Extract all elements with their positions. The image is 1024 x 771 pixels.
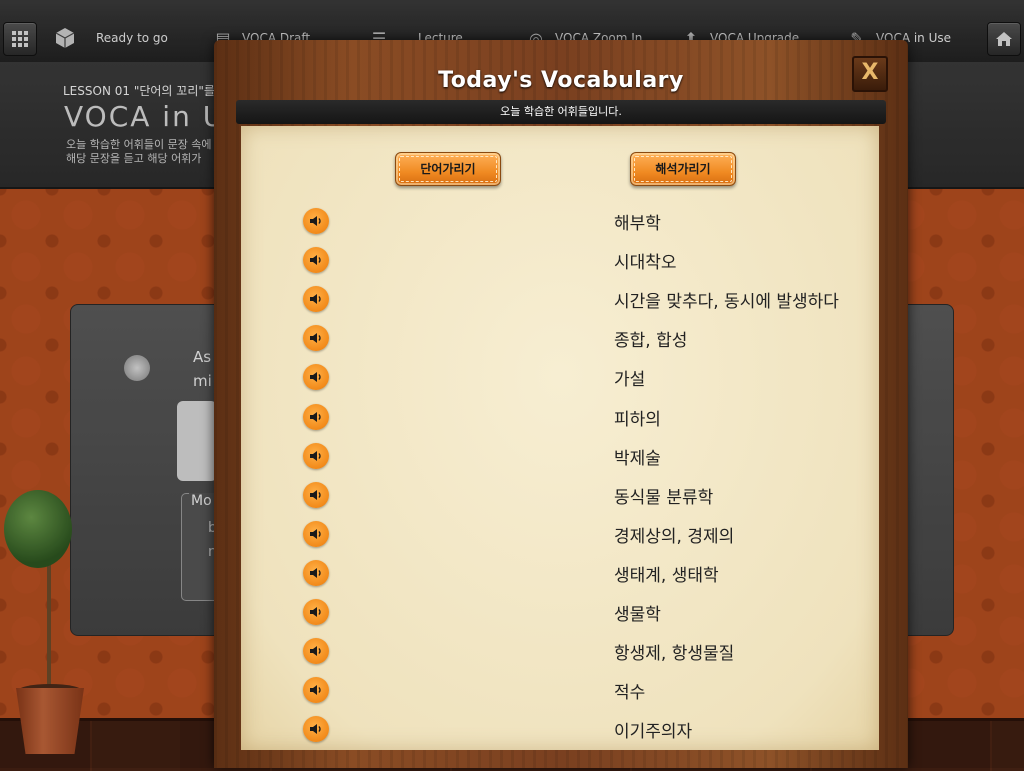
speaker-button[interactable] xyxy=(303,208,329,234)
vocab-row: 해부학 xyxy=(241,204,879,243)
vocab-meaning: 가설 xyxy=(614,370,646,391)
speaker-icon xyxy=(310,607,321,617)
vocab-meaning: 이기주의자 xyxy=(614,722,693,743)
vocab-row: 박제술 xyxy=(241,439,879,478)
speaker-button[interactable] xyxy=(303,442,329,469)
vocab-row: 피하의 xyxy=(241,400,879,439)
vocab-meaning: 생물학 xyxy=(614,605,661,625)
vocab-meaning: 동식물 분류학 xyxy=(614,487,714,508)
speaker-icon xyxy=(310,685,321,696)
vocab-row: 적수 xyxy=(241,673,879,712)
speaker-button[interactable] xyxy=(303,325,329,352)
vocab-meaning: 해부학 xyxy=(614,214,661,234)
speaker-icon xyxy=(310,489,321,500)
speaker-icon xyxy=(310,567,321,578)
vocab-row: 가설 xyxy=(241,360,879,399)
vocab-meaning: 경제상의, 경제의 xyxy=(614,526,735,547)
vocab-meaning: 적수 xyxy=(614,683,646,704)
vocab-meaning: 생태계, 생태학 xyxy=(614,565,719,586)
vocabulary-modal: Today's Vocabulary X 오늘 학습한 어휘들입니다. 단어가리… xyxy=(214,40,908,768)
vocab-meaning: 피하의 xyxy=(614,409,661,430)
vocabulary-sheet: 단어가리기 해석가리기 해부학시대착오시간을 맞추다, 동시에 발생하다종합, … xyxy=(241,126,879,750)
speaker-icon xyxy=(310,255,321,266)
vocab-row: 시대착오 xyxy=(241,243,879,282)
modal-title: Today's Vocabulary xyxy=(438,68,684,93)
speaker-icon xyxy=(310,294,321,305)
speaker-button[interactable] xyxy=(303,364,329,391)
speaker-button[interactable] xyxy=(303,403,329,430)
vocab-row: 이기주의자 xyxy=(241,712,879,751)
hide-words-button[interactable]: 단어가리기 xyxy=(395,152,501,186)
vocab-meaning: 항생제, 항생물질 xyxy=(614,644,735,665)
hide-meanings-button[interactable]: 해석가리기 xyxy=(630,152,736,186)
speaker-button[interactable] xyxy=(303,520,329,547)
speaker-button[interactable] xyxy=(303,247,329,274)
speaker-icon xyxy=(310,528,321,539)
speaker-button[interactable] xyxy=(303,638,329,665)
vocab-meaning: 종합, 합성 xyxy=(614,331,688,352)
vocab-row: 시간을 맞추다, 동시에 발생하다 xyxy=(241,282,879,321)
modal-subtitle: 오늘 학습한 어휘들입니다. xyxy=(236,100,886,124)
vocab-row: 종합, 합성 xyxy=(241,321,879,360)
vocab-row: 항생제, 항생물질 xyxy=(241,634,879,673)
speaker-button[interactable] xyxy=(303,599,329,625)
vocab-meaning: 시대착오 xyxy=(614,253,677,274)
speaker-button[interactable] xyxy=(303,559,329,586)
speaker-icon xyxy=(310,372,321,383)
vocab-row: 동식물 분류학 xyxy=(241,478,879,517)
speaker-button[interactable] xyxy=(303,716,329,743)
speaker-icon xyxy=(310,216,321,226)
speaker-icon xyxy=(310,450,321,461)
speaker-button[interactable] xyxy=(303,677,329,704)
vocab-row: 생태계, 생태학 xyxy=(241,556,879,595)
vocab-row: 생물학 xyxy=(241,595,879,634)
speaker-button[interactable] xyxy=(303,286,329,313)
close-button[interactable]: X xyxy=(852,56,888,92)
speaker-icon xyxy=(310,333,321,344)
speaker-icon xyxy=(310,724,321,735)
speaker-button[interactable] xyxy=(303,481,329,508)
speaker-icon xyxy=(310,646,321,657)
speaker-icon xyxy=(310,411,321,422)
vocab-row: 경제상의, 경제의 xyxy=(241,517,879,556)
vocab-meaning: 박제술 xyxy=(614,448,661,469)
vocab-meaning: 시간을 맞추다, 동시에 발생하다 xyxy=(614,292,839,313)
